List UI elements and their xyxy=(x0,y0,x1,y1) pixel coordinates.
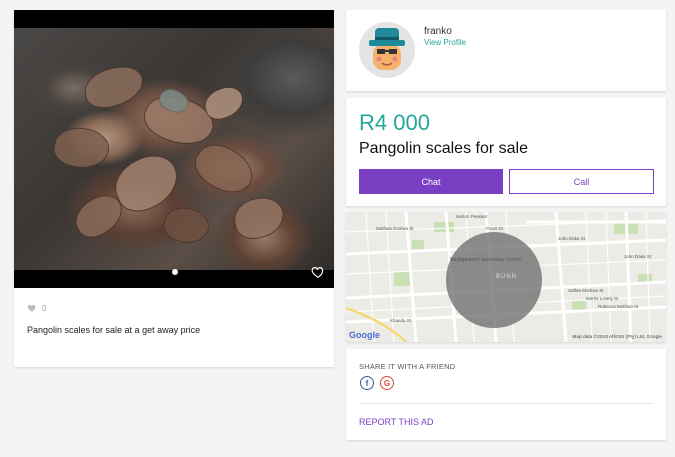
seller-name: franko xyxy=(424,26,452,37)
ad-title: Pangolin scales for sale xyxy=(359,140,528,157)
listing-description: Pangolin scales for sale at a get away p… xyxy=(27,325,201,335)
ad-price: R4 000 xyxy=(359,110,430,135)
listing-card: 0 Pangolin scales for sale at a get away… xyxy=(14,10,334,367)
location-map[interactable]: Harton Peasant Mothwa Gosiwa St Ponzi Dr… xyxy=(346,212,666,342)
heart-icon[interactable] xyxy=(27,303,37,313)
map-street-label: John Daka St xyxy=(558,236,586,241)
map-school-label: Nooitgedacht Secondary School xyxy=(450,257,521,263)
carousel-indicator-dot[interactable] xyxy=(172,269,178,275)
share-heading: SHARE IT WITH A FRIEND xyxy=(359,362,456,371)
google-plus-icon[interactable]: G xyxy=(380,376,394,390)
likes-row: 0 xyxy=(27,303,46,313)
map-street-label: John Daka St xyxy=(624,254,652,259)
facebook-icon[interactable]: f xyxy=(360,376,374,390)
heart-outline-icon[interactable] xyxy=(311,265,325,279)
map-street-label: Morris Lovely St xyxy=(586,296,619,301)
call-button[interactable]: Call xyxy=(509,169,654,194)
map-street-label: Khaedu St xyxy=(390,318,412,323)
price-card: R4 000 Pangolin scales for sale Chat Cal… xyxy=(346,98,666,206)
map-street-label: Saftee Mothwa St xyxy=(568,288,604,293)
listing-photo-image xyxy=(14,28,334,270)
map-canvas: Harton Peasant Mothwa Gosiwa St Ponzi Dr… xyxy=(346,212,666,342)
chat-button[interactable]: Chat xyxy=(359,169,503,194)
seller-avatar[interactable] xyxy=(359,22,415,78)
report-ad-link[interactable]: REPORT THIS AD xyxy=(359,417,434,427)
google-logo: Google xyxy=(349,330,380,340)
map-area-label: BUNN xyxy=(496,274,517,280)
avatar-illustration xyxy=(359,22,415,78)
map-street-label: Ponzi Dr xyxy=(486,226,504,231)
map-street-label: Mothwa Gosiwa St xyxy=(376,226,414,231)
share-card: SHARE IT WITH A FRIEND f G REPORT THIS A… xyxy=(346,349,666,440)
view-profile-link[interactable]: View Profile xyxy=(424,38,466,47)
map-street-label: Harton Peasant xyxy=(456,214,488,219)
map-street-label: Rebecca Mothwa St xyxy=(598,304,639,309)
map-attribution[interactable]: Map data ©2018 AfriGIS (Pty) Ltd, Google xyxy=(572,333,662,340)
share-divider xyxy=(359,403,653,404)
listing-photo[interactable] xyxy=(14,10,334,288)
likes-count: 0 xyxy=(42,303,47,313)
seller-card: franko View Profile xyxy=(346,10,666,91)
